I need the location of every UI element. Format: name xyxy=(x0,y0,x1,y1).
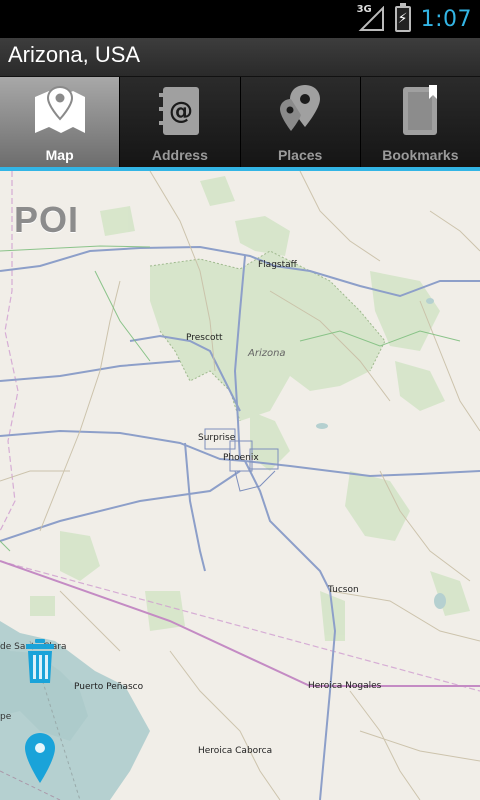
tab-places[interactable]: Places xyxy=(240,77,361,167)
page-title: Arizona, USA xyxy=(8,42,141,67)
tab-bookmarks[interactable]: Bookmarks xyxy=(360,77,480,167)
place-label-arizona: Arizona xyxy=(248,348,286,359)
title-bar: Arizona, USA xyxy=(0,38,480,77)
tab-places-label: Places xyxy=(277,147,323,163)
bookmark-icon xyxy=(391,83,449,139)
place-label-heroica-nogales: Heroica Nogales xyxy=(308,681,382,691)
tab-map[interactable]: Map xyxy=(0,77,121,167)
status-time: 1:07 xyxy=(420,6,472,32)
map-tiles xyxy=(0,171,480,800)
svg-text:@: @ xyxy=(169,97,193,125)
trash-icon[interactable] xyxy=(24,639,56,689)
place-label-prescott: Prescott xyxy=(186,333,223,343)
place-label-tucson: Tucson xyxy=(328,585,359,595)
tab-bookmarks-label: Bookmarks xyxy=(382,147,459,163)
tab-bar: Map @ Address Places Bookmarks xyxy=(0,77,480,167)
status-icons: 3G ⚡ 1:07 xyxy=(356,3,472,34)
place-label-heroica-caborca: Heroica Caborca xyxy=(198,746,273,756)
battery-icon: ⚡ xyxy=(394,3,411,32)
place-label-flagstaff: Flagstaff xyxy=(258,260,297,270)
place-label-surprise: Surprise xyxy=(198,433,236,443)
place-label-partial-pe: pe xyxy=(0,712,12,722)
status-bar: 3G ⚡ 1:07 xyxy=(0,0,480,38)
tab-address-label: Address xyxy=(151,147,208,163)
tab-address[interactable]: @ Address xyxy=(120,77,241,167)
place-label-phoenix: Phoenix xyxy=(223,453,259,463)
places-pins-icon xyxy=(271,83,329,139)
tab-map-label: Map xyxy=(45,147,74,163)
network-type: 3G xyxy=(356,4,372,15)
signal-icon: 3G xyxy=(356,4,385,32)
map-icon xyxy=(31,83,89,139)
location-pin-icon[interactable] xyxy=(24,733,56,785)
address-book-icon: @ xyxy=(151,83,209,139)
map-view[interactable]: POI Flagstaff Prescott Arizona Surprise … xyxy=(0,171,480,800)
poi-label: POI xyxy=(14,199,80,240)
place-label-puerto-penasco: Puerto Peñasco xyxy=(74,682,144,692)
